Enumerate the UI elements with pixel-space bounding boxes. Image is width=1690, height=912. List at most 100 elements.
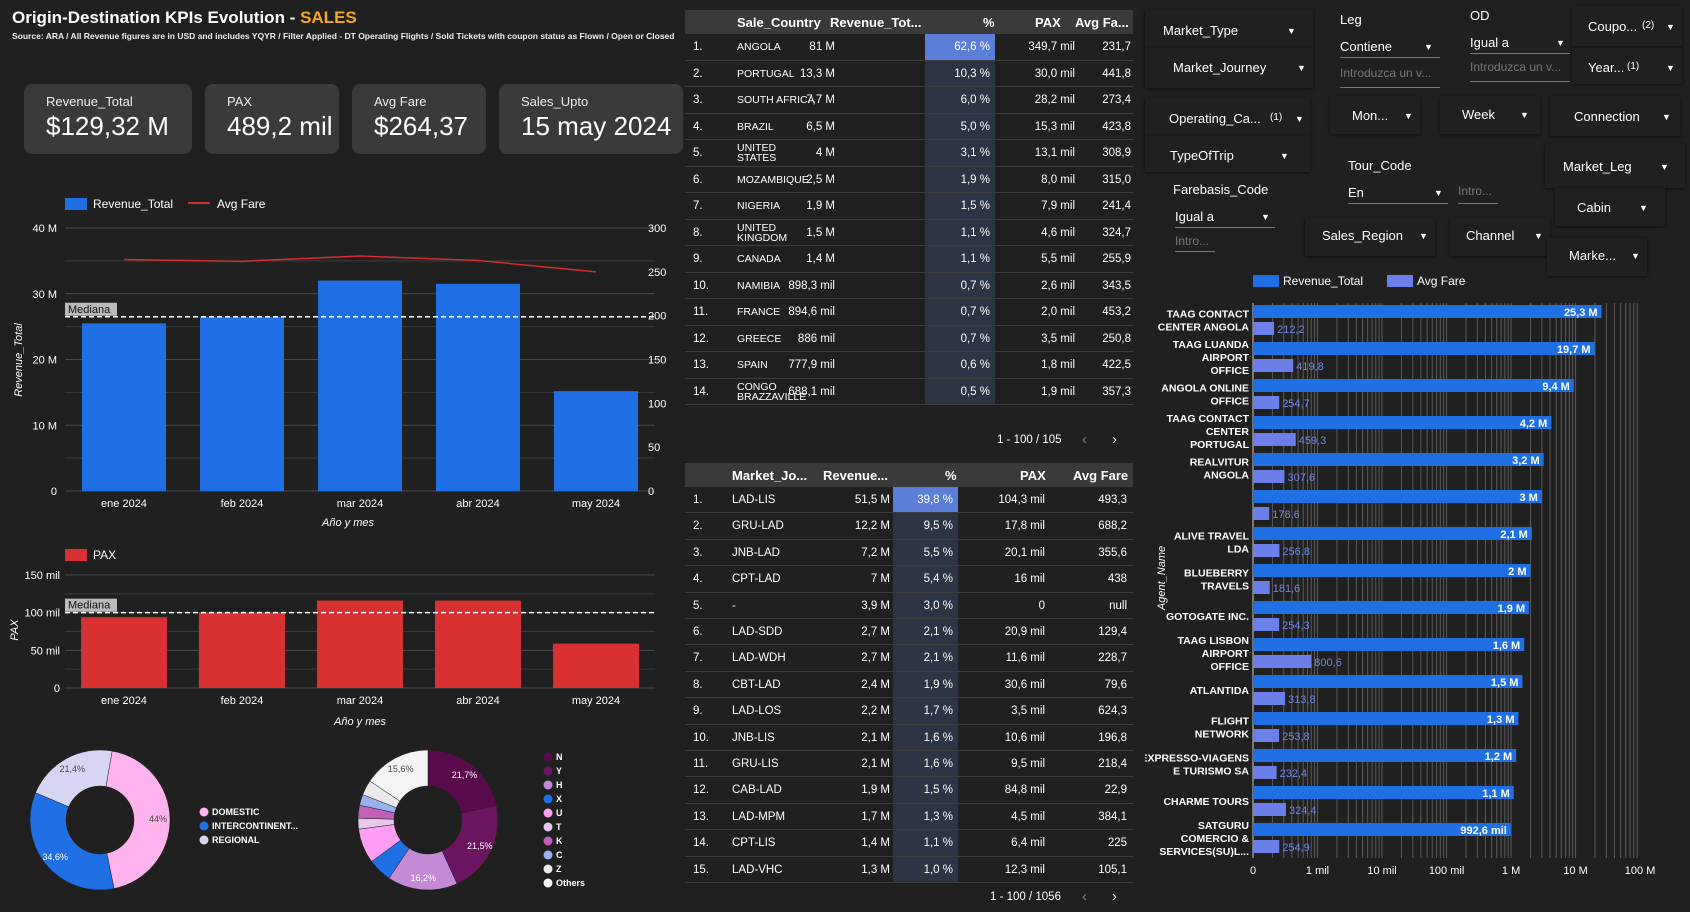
col-header-percent[interactable]: % — [983, 15, 995, 30]
tour-code-filter[interactable]: Tour_Code En ▼ Intro... — [1340, 146, 1500, 216]
agent-revenue-chart[interactable]: Revenue_Total Avg Fare 0 1 mil 10 mil 100 mil… — [1145, 268, 1685, 912]
country-name-line2: STATES — [737, 152, 777, 164]
table-row[interactable]: 10. NAMIBIA 898,3 mil 0,7 % 2,6 mil 343,5 — [685, 272, 1133, 299]
percent-value: 0,7 % — [960, 279, 990, 292]
avgfare-value-label: 254,9 — [1282, 842, 1310, 854]
market-type-donut-chart[interactable]: 44% 34,6% 21,4% DOMESTIC INTERCONTINENT... RE… — [20, 740, 340, 912]
connection-filter[interactable]: Connection ▼ — [1550, 96, 1680, 136]
table-row[interactable]: 5. - 3,9 M 3,0 % 0 null — [685, 592, 1133, 619]
table-row[interactable]: 15. LAD-VHC 1,3 M 1,0 % 12,3 mil 105,1 — [685, 856, 1133, 883]
select-value: Contiene — [1340, 39, 1393, 54]
table-row[interactable]: 10. JNB-LIS 2,1 M 1,6 % 10,6 mil 196,8 — [685, 724, 1133, 751]
avgfare-value-label: 253,8 — [1282, 731, 1310, 743]
percent-value: 0,5 % — [960, 385, 990, 398]
farebasis-operator-select[interactable]: Igual a ▼ — [1175, 204, 1275, 228]
row-number: 11. — [693, 758, 709, 770]
table-row[interactable]: 8. UNITED KINGDOM 1,5 M 1,1 % 4,6 mil 324,7 — [685, 219, 1133, 246]
col-header-pax[interactable]: PAX — [1035, 15, 1061, 30]
table-row[interactable]: 7. LAD-WDH 2,7 M 2,1 % 11,6 mil 228,7 — [685, 645, 1133, 672]
table-row[interactable]: 9. CANADA 1,4 M 1,1 % 5,5 mil 255,9 — [685, 246, 1133, 273]
table-row[interactable]: 11. GRU-LIS 2,1 M 1,6 % 9,5 mil 218,4 — [685, 751, 1133, 778]
table-row[interactable]: 4. CPT-LAD 7 M 5,4 % 16 mil 438 — [685, 566, 1133, 593]
table-row[interactable]: 2. PORTUGAL 13,3 M 10,3 % 30,0 mil 441,8 — [685, 60, 1133, 87]
channel-filter[interactable]: Channel ▼ — [1450, 218, 1550, 256]
month-filter[interactable]: Mon... ▼ — [1330, 96, 1420, 134]
operating-carrier-filter[interactable]: Operating_Ca... (1) ▼ — [1145, 98, 1310, 138]
col-header-avgfare[interactable]: Avg Fa... — [1075, 15, 1129, 30]
farebasis-filter[interactable]: Farebasis_Code Igual a ▼ Intro... — [1165, 178, 1305, 253]
percent-value: 0,7 % — [960, 306, 990, 318]
table-row[interactable]: 6. MOZAMBIQUE 2,5 M 1,9 % 8,0 mil 315,0 — [685, 166, 1133, 193]
col-header-journey[interactable]: Market_Jo... — [732, 468, 807, 483]
agent-name-label: GOTOGATE INC. — [1166, 611, 1249, 623]
od-filter[interactable]: OD Igual a ▼ Introduzca un v... — [1470, 8, 1575, 88]
col-header-revenue[interactable]: Revenue_Tot... — [830, 15, 922, 30]
typeoftrip-filter[interactable]: TypeOfTrip ▼ — [1145, 136, 1310, 172]
leg-input[interactable]: Introduzca un v... — [1340, 66, 1440, 88]
table-header[interactable]: Sale_Country Revenue_Tot... % PAX Avg Fa… — [685, 10, 1133, 34]
col-header-avgfare[interactable]: Avg Fare — [1073, 468, 1128, 483]
pax-value: 84,8 mil — [1004, 784, 1045, 797]
tour-code-input[interactable]: Intro... — [1458, 184, 1498, 204]
y-tick-label: 0 — [54, 683, 60, 695]
table-row[interactable]: 3. JNB-LAD 7,2 M 5,5 % 20,1 mil 355,6 — [685, 539, 1133, 567]
market-leg-filter[interactable]: Market_Leg ▼ — [1545, 144, 1685, 188]
table-row[interactable]: 2. GRU-LAD 12,2 M 9,5 % 17,8 mil 688,2 — [685, 513, 1133, 540]
table-row[interactable]: 7. NIGERIA 1,9 M 1,5 % 7,9 mil 241,4 — [685, 193, 1133, 220]
legend-dot — [543, 822, 553, 832]
col-header-pax[interactable]: PAX — [1020, 468, 1046, 483]
chevron-left-icon[interactable]: ‹ — [1082, 888, 1087, 905]
pax-bar-chart[interactable]: PAX 0 50 mil 100 mil 150 mil ene 2024 feb 2024… — [0, 545, 690, 735]
revenue-value-label: 25,3 M — [1564, 307, 1598, 319]
chevron-left-icon[interactable]: ‹ — [1082, 431, 1087, 448]
table-row[interactable]: 1. LAD-LIS 51,5 M 39,8 % 104,3 mil 493,3 — [685, 487, 1133, 514]
percent-value: 5,4 % — [923, 573, 953, 586]
table-row[interactable]: 11. FRANCE 894,6 mil 0,7 % 2,0 mil 453,2 — [685, 299, 1133, 326]
week-filter[interactable]: Week ▼ — [1440, 96, 1540, 134]
percent-value: 2,1 % — [923, 626, 953, 638]
col-header-country[interactable]: Sale_Country — [737, 15, 821, 30]
donut-value-label: 16,2% — [411, 873, 437, 883]
table-row[interactable]: 13. LAD-MPM 1,7 M 1,3 % 4,5 mil 384,1 — [685, 803, 1133, 831]
col-header-percent[interactable]: % — [945, 468, 957, 483]
market-journey-filter[interactable]: Market_Journey ▼ — [1145, 48, 1313, 88]
table-row[interactable]: 8. CBT-LAD 2,4 M 1,9 % 30,6 mil 79,6 — [685, 671, 1133, 699]
table-row[interactable]: 14. CPT-LIS 1,4 M 1,1 % 6,4 mil 225 — [685, 830, 1133, 857]
caret-down-icon: ▼ — [1556, 38, 1565, 48]
sale-country-table[interactable]: Sale_Country Revenue_Tot... % PAX Avg Fa… — [685, 10, 1133, 455]
revenue-value-label: 9,4 M — [1542, 381, 1570, 393]
table-row[interactable]: 6. LAD-SDD 2,7 M 2,1 % 20,9 mil 129,4 — [685, 619, 1133, 646]
market-type-filter[interactable]: Market_Type ▼ — [1145, 10, 1313, 50]
cabin-filter[interactable]: Cabin ▼ — [1555, 188, 1665, 226]
table-header[interactable]: Market_Jo... Revenue... % PAX Avg Fare — [685, 463, 1133, 487]
table-row[interactable]: 1. ANGOLA 81 M 62,6 % 349,7 mil 231,7 — [685, 34, 1133, 61]
od-input[interactable]: Introduzca un v... — [1470, 60, 1570, 82]
chevron-right-icon[interactable]: › — [1112, 888, 1117, 905]
table-row[interactable]: 12. GREECE 886 mil 0,7 % 3,5 mil 250,8 — [685, 325, 1133, 352]
table-row[interactable]: 14. CONGO BRAZZAVILLE 688,1 mil 0,5 % 1,9 mil… — [685, 378, 1133, 405]
market-journey-table[interactable]: Market_Jo... Revenue... % PAX Avg Fare 1… — [685, 463, 1133, 908]
agent-name-label: ANGOLA ONLINE — [1161, 383, 1249, 395]
leg-filter[interactable]: Leg Contiene ▼ Introduzca un v... — [1340, 12, 1445, 92]
avgfare-value-label: 313,8 — [1288, 694, 1316, 706]
table-row[interactable]: 4. BRAZIL 6,5 M 5,0 % 15,3 mil 423,8 — [685, 113, 1133, 140]
percent-value: 3,1 % — [960, 147, 990, 159]
table-row[interactable]: 5. UNITED STATES 4 M 3,1 % 13,1 mil 308,9 — [685, 140, 1133, 167]
col-header-revenue[interactable]: Revenue... — [823, 468, 888, 483]
farebasis-input[interactable]: Intro... — [1175, 234, 1215, 252]
revenue-combo-chart[interactable]: Revenue_Total Avg Fare 0 10 M 20 M 30 M 40 M 0 5… — [0, 190, 690, 535]
table-row[interactable]: 12. CAB-LAD 1,9 M 1,5 % 84,8 mil 22,9 — [685, 777, 1133, 804]
od-operator-select[interactable]: Igual a ▼ — [1470, 30, 1570, 54]
tour-code-operator-select[interactable]: En ▼ — [1348, 180, 1448, 204]
cabin-class-donut-chart[interactable]: 21,7% 21,5% 16,2% 15,6% NYHXUTKCZ Others — [355, 740, 685, 912]
table-row[interactable]: 13. SPAIN 777,9 mil 0,6 % 1,8 mil 422,5 — [685, 352, 1133, 379]
chevron-right-icon[interactable]: › — [1112, 431, 1117, 448]
avgfare-value: 453,2 — [1102, 306, 1131, 318]
leg-operator-select[interactable]: Contiene ▼ — [1340, 34, 1440, 58]
sales-region-filter[interactable]: Sales_Region ▼ — [1305, 218, 1435, 256]
table-row[interactable]: 9. LAD-LOS 2,2 M 1,7 % 3,5 mil 624,3 — [685, 698, 1133, 725]
year-filter[interactable]: Year... (1) ▼ — [1572, 48, 1682, 84]
avgfare-value: 423,8 — [1102, 120, 1131, 133]
coupon-filter[interactable]: Coupo... (2) ▼ — [1572, 6, 1682, 46]
table-row[interactable]: 3. SOUTH AFRICA 7,7 M 6,0 % 28,2 mil 273,4 — [685, 87, 1133, 114]
